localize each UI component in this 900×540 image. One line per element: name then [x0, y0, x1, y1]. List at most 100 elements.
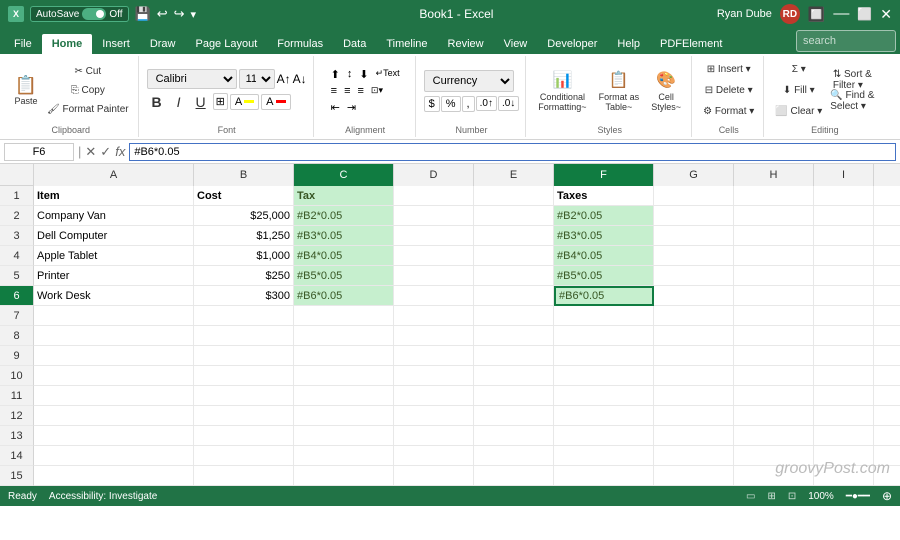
autosave-badge[interactable]: AutoSave Off [30, 6, 129, 22]
cell-i2[interactable] [814, 206, 874, 226]
tab-developer[interactable]: Developer [537, 34, 607, 54]
row-num-3[interactable]: 3 [0, 226, 34, 246]
align-top-icon[interactable]: ⬆ [328, 67, 343, 82]
col-header-f[interactable]: F [554, 164, 654, 186]
cell-j3[interactable] [874, 226, 900, 246]
col-header-g[interactable]: G [654, 164, 734, 186]
cell-g3[interactable] [654, 226, 734, 246]
close-icon[interactable]: ✕ [880, 6, 892, 23]
row-num-12[interactable]: 12 [0, 406, 34, 426]
tab-draw[interactable]: Draw [140, 34, 186, 54]
tab-insert[interactable]: Insert [92, 34, 140, 54]
cell-c5[interactable]: #B5*0.05 [294, 266, 394, 286]
cell-h4[interactable] [734, 246, 814, 266]
increase-font-icon[interactable]: A↑ [277, 72, 291, 86]
name-box[interactable] [4, 143, 74, 161]
wrap-text-icon[interactable]: ↵Text [373, 67, 403, 82]
cell-b6[interactable]: $300 [194, 286, 294, 306]
row-num-1[interactable]: 1 [0, 186, 34, 206]
cell-j6[interactable] [874, 286, 900, 306]
italic-button[interactable]: I [169, 93, 189, 111]
confirm-formula-icon[interactable]: ✓ [100, 144, 111, 160]
cell-d4[interactable] [394, 246, 474, 266]
sort-filter-button[interactable]: ⇅ Sort &Filter ▾ [827, 70, 877, 90]
autosum-button[interactable]: Σ ▾ [772, 60, 825, 80]
bold-button[interactable]: B [147, 93, 167, 111]
cell-a2[interactable]: Company Van [34, 206, 194, 226]
row-num-2[interactable]: 2 [0, 206, 34, 226]
cell-g2[interactable] [654, 206, 734, 226]
row-num-15[interactable]: 15 [0, 466, 34, 486]
cell-c2[interactable]: #B2*0.05 [294, 206, 394, 226]
ribbon-display-icon[interactable]: 🔲 [808, 6, 825, 23]
col-header-e[interactable]: E [474, 164, 554, 186]
row-num-8[interactable]: 8 [0, 326, 34, 346]
cancel-formula-icon[interactable]: ✕ [85, 144, 96, 160]
minimize-icon[interactable]: — [833, 6, 849, 22]
cell-f5[interactable]: #B5*0.05 [554, 266, 654, 286]
copy-button[interactable]: ⎘ Copy [44, 82, 132, 100]
autosave-toggle[interactable] [82, 8, 106, 20]
align-left-icon[interactable]: ≡ [328, 84, 340, 98]
avatar[interactable]: RD [780, 4, 800, 24]
cell-e2[interactable] [474, 206, 554, 226]
cell-j4[interactable] [874, 246, 900, 266]
cell-d3[interactable] [394, 226, 474, 246]
cell-d5[interactable] [394, 266, 474, 286]
cell-e3[interactable] [474, 226, 554, 246]
comma-button[interactable]: , [462, 96, 475, 112]
col-header-h[interactable]: H [734, 164, 814, 186]
cell-b2[interactable]: $25,000 [194, 206, 294, 226]
zoom-slider[interactable]: ━●━━ [846, 491, 870, 502]
align-right-icon[interactable]: ≡ [354, 84, 366, 98]
cell-h5[interactable] [734, 266, 814, 286]
cell-d1[interactable] [394, 186, 474, 206]
save-icon[interactable]: 💾 [135, 6, 151, 22]
row-num-13[interactable]: 13 [0, 426, 34, 446]
tab-help[interactable]: Help [607, 34, 650, 54]
cell-f1[interactable]: Taxes [554, 186, 654, 206]
cell-i6[interactable] [814, 286, 874, 306]
font-size-select[interactable]: 11 [239, 69, 275, 89]
cell-a5[interactable]: Printer [34, 266, 194, 286]
tab-home[interactable]: Home [42, 34, 93, 54]
find-select-button[interactable]: 🔍 Find &Select ▾ [827, 91, 877, 111]
cell-f6[interactable]: #B6*0.05 [554, 286, 654, 306]
cell-b1[interactable]: Cost [194, 186, 294, 206]
indent-increase-icon[interactable]: ⇥ [344, 100, 359, 115]
col-header-j[interactable]: J [874, 164, 900, 186]
insert-function-icon[interactable]: fx [115, 144, 125, 160]
cell-e6[interactable] [474, 286, 554, 306]
format-button[interactable]: ⚙ Format ▾ [700, 102, 757, 122]
col-header-d[interactable]: D [394, 164, 474, 186]
row-num-9[interactable]: 9 [0, 346, 34, 366]
cell-i5[interactable] [814, 266, 874, 286]
format-painter-button[interactable]: 🖌 Format Painter [44, 101, 132, 119]
cell-j5[interactable] [874, 266, 900, 286]
col-header-b[interactable]: B [194, 164, 294, 186]
cell-h1[interactable] [734, 186, 814, 206]
underline-button[interactable]: U [191, 93, 211, 111]
cut-button[interactable]: ✂ Cut [44, 63, 132, 81]
row-num-5[interactable]: 5 [0, 266, 34, 286]
cell-c4[interactable]: #B4*0.05 [294, 246, 394, 266]
cell-g4[interactable] [654, 246, 734, 266]
cell-j1[interactable] [874, 186, 900, 206]
col-header-i[interactable]: I [814, 164, 874, 186]
cell-h2[interactable] [734, 206, 814, 226]
tab-file[interactable]: File [4, 34, 42, 54]
cell-g6[interactable] [654, 286, 734, 306]
cell-j2[interactable] [874, 206, 900, 226]
col-header-c[interactable]: C [294, 164, 394, 186]
cell-styles-button[interactable]: 🎨 CellStyles~ [647, 61, 685, 121]
align-bottom-icon[interactable]: ⬇ [356, 67, 371, 82]
tab-review[interactable]: Review [438, 34, 494, 54]
search-input[interactable] [796, 30, 896, 52]
cell-d6[interactable] [394, 286, 474, 306]
format-as-table-button[interactable]: 📋 Format asTable~ [595, 61, 644, 121]
font-family-select[interactable]: Calibri [147, 69, 237, 89]
conditional-formatting-button[interactable]: 📊 ConditionalFormatting~ [534, 61, 590, 121]
restore-icon[interactable]: ⬜ [857, 7, 872, 21]
tab-pdfelement[interactable]: PDFElement [650, 34, 732, 54]
row-num-10[interactable]: 10 [0, 366, 34, 386]
